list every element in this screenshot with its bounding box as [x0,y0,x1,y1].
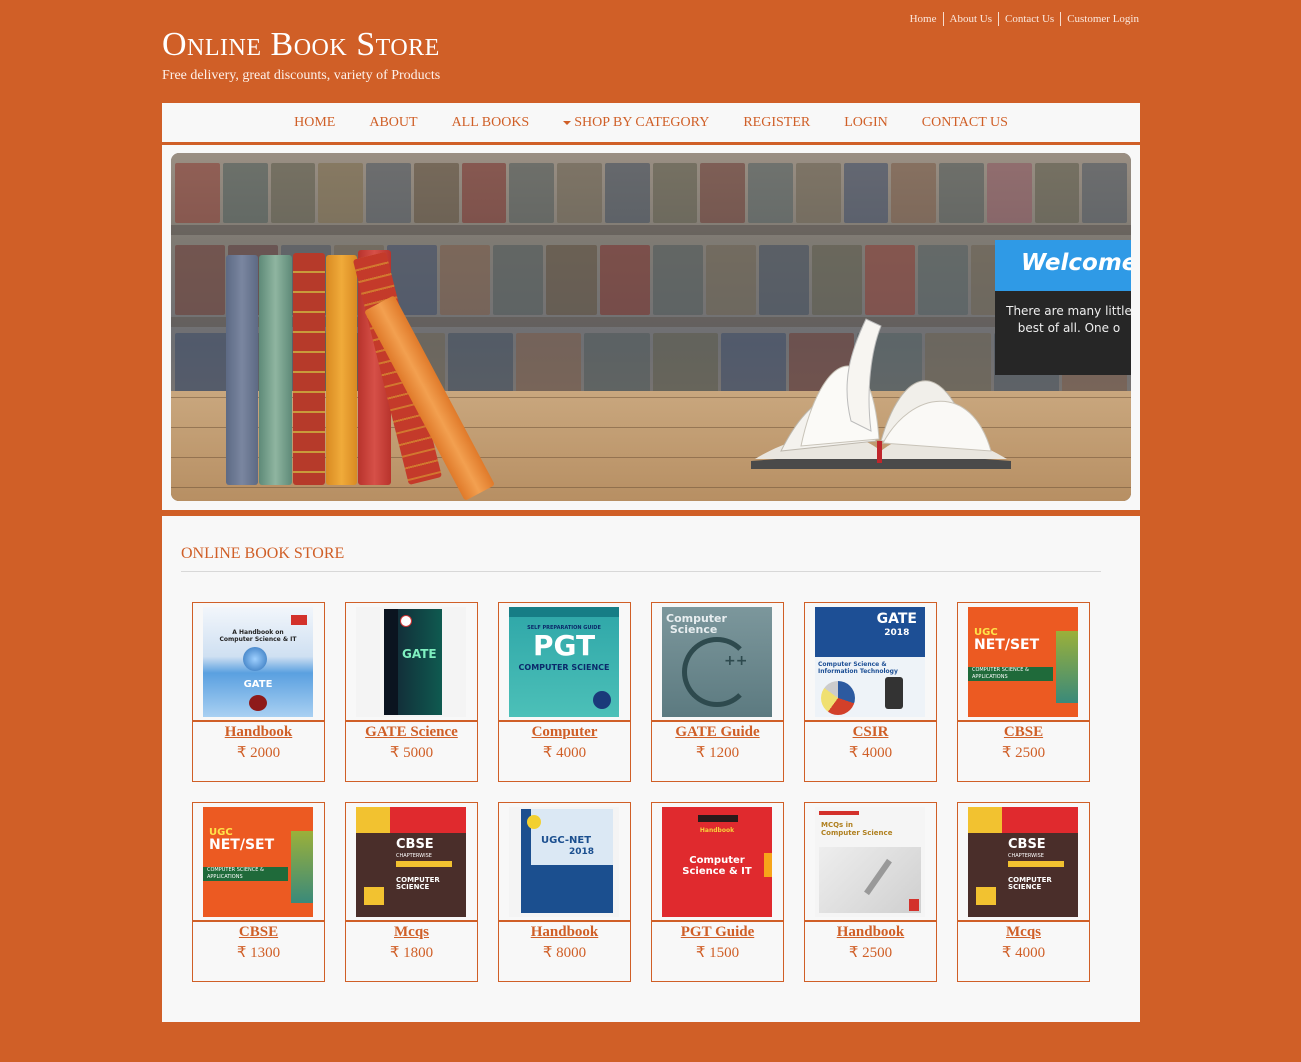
section-title: ONLINE BOOK STORE [181,545,345,562]
card-divider [193,920,324,922]
product-image[interactable]: UGC NET/SET COMPUTER SCIENCE & APPLICATI… [968,607,1078,717]
open-book-illustration [751,318,1011,469]
site-brand: Online Book Store Free delivery, great d… [162,26,440,84]
book-spine-orange [326,255,357,485]
product-card: GATE 2018 Computer Science & Information T… [804,602,937,782]
nav-shop-by-category-label: SHOP BY CATEGORY [574,114,710,130]
product-card: CBSE CHAPTERWISE COMPUTER SCIENCE Mcqs ₹ … [345,802,478,982]
nav-login[interactable]: LOGIN [844,115,888,131]
card-divider [805,720,936,722]
shelf-divider [171,225,1131,235]
product-price: ₹ 1800 [389,945,434,961]
book-spine-green [259,255,292,485]
book-spine-red-patterned [293,253,325,485]
product-price: ₹ 1500 [695,945,740,961]
product-price: ₹ 1300 [236,945,281,961]
product-card: MCQs in Computer Science Handbook ₹ 2500 [804,802,937,982]
top-link-home[interactable]: Home [904,12,943,26]
caret-down-icon [563,120,572,125]
hero-banner[interactable]: Welcome There are many little best of al… [171,153,1131,501]
section-divider [181,571,1101,572]
products-section: ONLINE BOOK STORE A Handbook on Computer … [162,516,1140,1022]
product-name-link[interactable]: Mcqs [346,924,477,941]
product-name-link[interactable]: Mcqs [958,924,1089,941]
site-tagline: Free delivery, great discounts, variety … [162,68,441,83]
card-divider [499,920,630,922]
welcome-title: Welcome [995,240,1131,291]
nav-home[interactable]: HOME [294,115,335,131]
product-grid: A Handbook on Computer Science & IT GATE … [192,602,1090,982]
welcome-caption: Welcome There are many little best of al… [995,240,1131,375]
nav-about[interactable]: ABOUT [369,115,417,131]
card-divider [958,720,1089,722]
product-name-link[interactable]: Computer [499,724,630,741]
welcome-text-line: There are many little [1006,304,1131,318]
product-price: ₹ 2000 [236,745,281,761]
product-image[interactable]: Computer Science ++ [662,607,772,717]
welcome-text: There are many little best of all. One o [995,291,1131,375]
product-name-link[interactable]: Handbook [805,924,936,941]
product-name-link[interactable]: GATE Science [346,724,477,741]
book-spine-blue [226,255,258,485]
banner-container: Welcome There are many little best of al… [162,145,1140,510]
product-name-link[interactable]: PGT Guide [652,924,783,941]
product-price: ₹ 4000 [542,745,587,761]
site-title[interactable]: Online Book Store [162,26,440,64]
product-image[interactable]: CBSE CHAPTERWISE COMPUTER SCIENCE [968,807,1078,917]
product-card: A Handbook on Computer Science & IT GATE … [192,602,325,782]
nav-register[interactable]: REGISTER [743,115,810,131]
product-name-link[interactable]: CBSE [193,924,324,941]
top-link-customer-login[interactable]: Customer Login [1060,12,1139,26]
top-link-contact-us[interactable]: Contact Us [997,12,1060,26]
product-image[interactable]: MCQs in Computer Science [815,807,925,917]
product-name-link[interactable]: CBSE [958,724,1089,741]
product-image[interactable]: UGC NET/SET COMPUTER SCIENCE & APPLICATI… [203,807,313,917]
welcome-text-line: best of all. One o [1017,321,1121,335]
card-divider [805,920,936,922]
card-divider [652,920,783,922]
product-price: ₹ 4000 [1001,945,1046,961]
product-image[interactable]: UGC-NET 2018 [509,807,619,917]
card-divider [652,720,783,722]
product-price: ₹ 2500 [1001,745,1046,761]
product-name-link[interactable]: Handbook [499,924,630,941]
card-divider [958,920,1089,922]
product-card: GATE GATE Science ₹ 5000 [345,602,478,782]
product-card: UGC NET/SET COMPUTER SCIENCE & APPLICATI… [957,602,1090,782]
product-image[interactable]: GATE [356,607,466,717]
top-links: Home About Us Contact Us Customer Login [904,12,1139,26]
product-name-link[interactable]: CSIR [805,724,936,741]
product-price: ₹ 2500 [848,945,893,961]
product-price: ₹ 5000 [389,745,434,761]
product-card: UGC NET/SET COMPUTER SCIENCE & APPLICATI… [192,802,325,982]
product-price: ₹ 4000 [848,745,893,761]
product-image[interactable]: A Handbook on Computer Science & IT GATE [203,607,313,717]
top-link-about-us[interactable]: About Us [942,12,998,26]
card-divider [499,720,630,722]
card-divider [193,720,324,722]
card-divider [346,920,477,922]
product-name-link[interactable]: GATE Guide [652,724,783,741]
product-name-link[interactable]: Handbook [193,724,324,741]
product-card: Computer Science ++ GATE Guide ₹ 1200 [651,602,784,782]
nav-all-books[interactable]: ALL BOOKS [452,115,530,131]
product-image[interactable]: CBSE CHAPTERWISE COMPUTER SCIENCE [356,807,466,917]
product-card: CBSE CHAPTERWISE COMPUTER SCIENCE Mcqs ₹ … [957,802,1090,982]
card-divider [346,720,477,722]
product-image[interactable]: Handbook Computer Science & IT [662,807,772,917]
product-image[interactable]: SELF PREPARATION GUIDE PGT COMPUTER SCIE… [509,607,619,717]
product-price: ₹ 8000 [542,945,587,961]
product-price: ₹ 1200 [695,745,740,761]
product-card: Handbook Computer Science & IT PGT Guide … [651,802,784,982]
nav-contact-us[interactable]: CONTACT US [922,115,1008,131]
product-image[interactable]: GATE 2018 Computer Science & Information T… [815,607,925,717]
main-nav: HOME ABOUT ALL BOOKS SHOP BY CATEGORY RE… [162,103,1140,142]
shelf-books-top [171,163,1131,223]
nav-shop-by-category[interactable]: SHOP BY CATEGORY [563,115,709,131]
product-card: UGC-NET 2018 Handbook ₹ 8000 [498,802,631,982]
product-card: SELF PREPARATION GUIDE PGT COMPUTER SCIE… [498,602,631,782]
